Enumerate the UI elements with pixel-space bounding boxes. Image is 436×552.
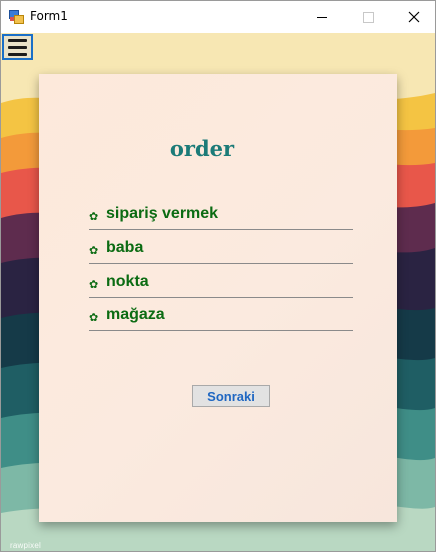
form-client-area: order ✿ sipariş vermek ✿ baba ✿ nokta ✿ … xyxy=(1,33,435,551)
list-item-label: nokta xyxy=(106,273,149,290)
order-card: order ✿ sipariş vermek ✿ baba ✿ nokta ✿ … xyxy=(39,74,397,522)
list-item-label: sipariş vermek xyxy=(106,205,219,222)
close-icon xyxy=(408,11,420,23)
maximize-icon xyxy=(362,11,374,23)
app-window: Form1 order ✿ sipariş vermek ✿ baba ✿ no… xyxy=(0,0,436,552)
maximize-button[interactable] xyxy=(345,1,391,33)
card-title: order xyxy=(169,136,235,161)
flower-bullet-icon: ✿ xyxy=(89,279,99,291)
window-title: Form1 xyxy=(30,9,68,23)
list-item-magaza[interactable]: ✿ mağaza xyxy=(89,306,353,331)
title-bar[interactable]: Form1 xyxy=(1,1,435,33)
flower-bullet-icon: ✿ xyxy=(89,245,99,257)
list-item-nokta[interactable]: ✿ nokta xyxy=(89,273,353,298)
hamburger-menu-icon xyxy=(8,38,27,42)
close-button[interactable] xyxy=(391,1,435,33)
minimize-icon xyxy=(317,16,327,18)
watermark-text: rawpixel xyxy=(10,541,41,550)
list-item-baba[interactable]: ✿ baba xyxy=(89,239,353,264)
next-button[interactable]: Sonraki xyxy=(192,385,270,407)
list-item-siparis-vermek[interactable]: ✿ sipariş vermek xyxy=(89,205,353,230)
menu-button[interactable] xyxy=(2,34,33,60)
flower-bullet-icon: ✿ xyxy=(89,211,99,223)
flower-bullet-icon: ✿ xyxy=(89,312,99,324)
minimize-button[interactable] xyxy=(299,1,345,33)
list-item-label: baba xyxy=(106,239,144,256)
list-item-label: mağaza xyxy=(106,306,165,323)
app-icon xyxy=(9,10,24,24)
